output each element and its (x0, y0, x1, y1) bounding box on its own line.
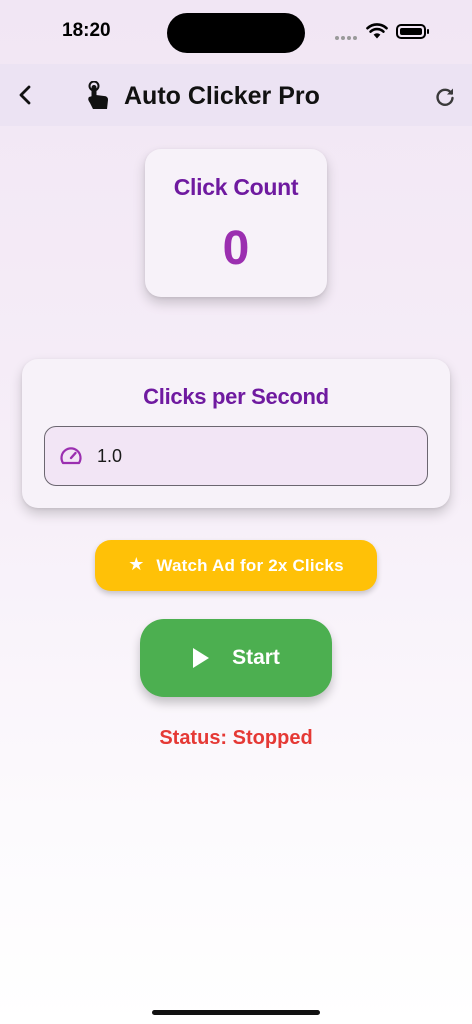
status-bar: 18:20 (0, 0, 472, 64)
refresh-icon[interactable] (432, 84, 458, 110)
clicks-per-second-label: Clicks per Second (143, 384, 329, 409)
watch-ad-label: Watch Ad for 2x Clicks (156, 555, 344, 575)
wifi-icon (366, 23, 388, 39)
play-icon (193, 648, 210, 668)
star-icon: ★ (128, 554, 145, 574)
status-value: Stopped (232, 727, 313, 749)
signal-icon (335, 36, 357, 40)
clicks-per-second-field[interactable] (44, 426, 428, 486)
clicks-per-second-card: Clicks per Second (22, 359, 450, 508)
click-count-value: 0 (222, 222, 250, 275)
dynamic-island (167, 13, 305, 53)
status-prefix: Status: (159, 727, 228, 749)
page-title: Auto Clicker Pro (124, 82, 320, 110)
click-count-label: Click Count (173, 174, 299, 200)
home-indicator[interactable] (152, 1010, 320, 1015)
start-button[interactable]: Start (140, 619, 332, 697)
chevron-left-icon[interactable] (12, 80, 40, 110)
status-time: 18:20 (62, 20, 111, 41)
app-bar: Auto Clicker Pro (0, 64, 472, 126)
watch-ad-button[interactable]: ★ Watch Ad for 2x Clicks (95, 540, 377, 591)
touch-hand-icon (88, 81, 108, 109)
status-text: Status: Stopped (0, 727, 472, 750)
speed-gauge-icon (60, 447, 82, 465)
start-label: Start (232, 646, 280, 669)
click-count-card: Click Count 0 (145, 149, 327, 297)
clicks-per-second-input[interactable] (97, 427, 397, 485)
battery-icon (396, 24, 429, 39)
